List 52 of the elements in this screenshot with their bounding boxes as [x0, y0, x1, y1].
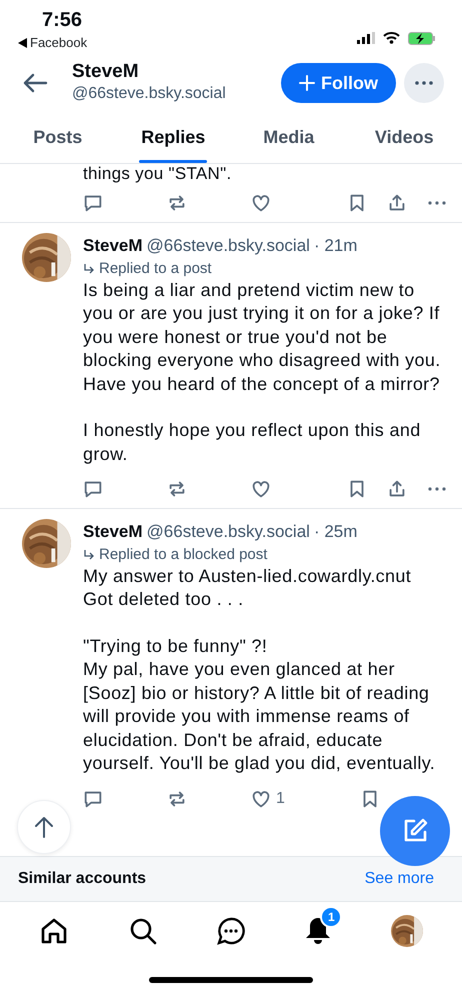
profile-handle: @66steve.bsky.social — [72, 84, 227, 104]
post-time: · 21m — [314, 235, 358, 257]
chat-tab[interactable] — [216, 916, 246, 946]
status-time: 7:56 — [41, 8, 84, 32]
notification-badge: 1 — [320, 906, 342, 928]
author-name: SteveM — [83, 235, 143, 257]
reply-context: Replied to a post — [99, 258, 212, 278]
author-handle: @66steve.bsky.social — [146, 235, 310, 257]
home-tab[interactable] — [39, 916, 70, 946]
profile-tab[interactable]: Media — [231, 112, 346, 163]
back-button[interactable] — [22, 71, 48, 95]
post-text: Is being a liar and pretend victim new to you or are you just trying it on for a joke? If you were honest or true you'd not be blocking everyone who disagreed with you. Have you heard of the concept of a mirror? — [83, 278, 442, 396]
search-tab[interactable] — [128, 916, 158, 946]
reply-context: Replied to a blocked post — [99, 544, 268, 564]
like-count: 1 — [276, 788, 285, 808]
profile-name: SteveM — [72, 61, 140, 83]
reply-arrow-icon — [83, 262, 95, 274]
back-triangle-icon — [18, 38, 27, 48]
more-icon — [414, 80, 434, 86]
scroll-to-top-button[interactable] — [17, 800, 71, 854]
post-text: I honestly hope you reflect upon this and grow. — [83, 419, 422, 466]
chat-icon — [216, 916, 246, 946]
wifi-icon — [383, 32, 400, 44]
heart-button[interactable]: 1 — [248, 784, 287, 812]
home-icon — [39, 916, 70, 946]
post-text: My answer to Austen-lied.cowardly.cnut Got deleted too . . . — [83, 564, 412, 611]
profile-tab[interactable]: Posts — [0, 112, 116, 163]
profile-tab[interactable]: Videos — [346, 112, 462, 163]
signal-icon — [357, 32, 375, 44]
heart-icon — [250, 192, 272, 214]
search-icon — [128, 916, 158, 946]
more-icon — [428, 201, 446, 205]
see-more-link[interactable]: See more — [364, 870, 434, 888]
more-icon — [428, 487, 446, 491]
post-time: · 25m — [314, 521, 358, 543]
back-to-app-link[interactable]: Facebook — [18, 33, 88, 53]
post-text: things you "STAN". — [83, 164, 232, 184]
author-handle: @66steve.bsky.social — [146, 521, 310, 543]
more-button[interactable] — [426, 485, 448, 493]
reply-arrow-icon — [83, 548, 95, 560]
profile-tab[interactable] — [390, 915, 423, 947]
plus-icon — [299, 75, 315, 91]
back-arrow-icon — [22, 72, 48, 93]
battery-icon — [408, 32, 436, 44]
post-text: "Trying to be funny" ?! My pal, have you even glanced at her [Sooz] bio or history? A little bit of reading will provide you with immense reams of elucidation. Don't be afraid, educate yourself. You'll be glad you did, eventually. — [83, 634, 436, 775]
heart-icon — [250, 478, 272, 500]
up-arrow-icon — [34, 816, 54, 838]
more-button[interactable] — [426, 199, 448, 207]
profile-tab[interactable]: Replies — [116, 112, 231, 163]
follow-button[interactable]: Follow — [281, 63, 396, 103]
author-name: SteveM — [83, 521, 143, 543]
section-title: Similar accounts — [18, 869, 146, 889]
